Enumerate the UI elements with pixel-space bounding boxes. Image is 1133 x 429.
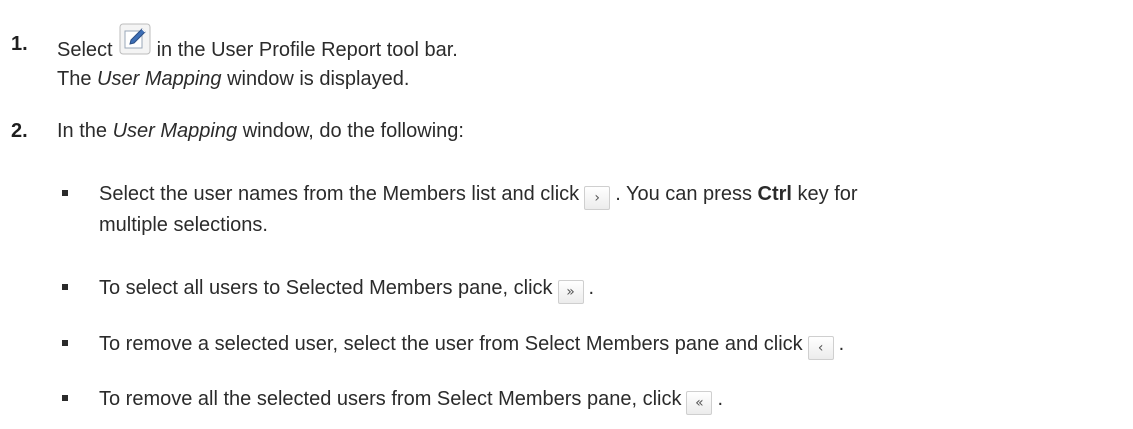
bullet-text-pre: To remove a selected user, select the us… xyxy=(99,333,803,355)
bullet-text-pre: Select the user names from the Members l… xyxy=(99,183,580,205)
move-left-icon: ‹ xyxy=(807,336,834,360)
step-number: 1. xyxy=(11,33,28,55)
bullet-marker xyxy=(62,340,68,346)
window-name: User Mapping xyxy=(112,120,238,142)
step-2-line: In the User Mapping window, do the follo… xyxy=(57,118,464,145)
bullet-text: Select the user names from the Members l… xyxy=(99,181,858,210)
move-all-left-icon: « xyxy=(686,391,713,415)
bullet-marker xyxy=(62,190,68,196)
window-name: User Mapping xyxy=(97,68,222,90)
bullet-text: To remove all the selected users from Se… xyxy=(99,386,723,415)
step-text: window is displayed. xyxy=(227,68,410,90)
step-text: The xyxy=(57,68,92,90)
bullet-text-pre: To select all users to Selected Members … xyxy=(99,277,553,299)
step-text: Select xyxy=(57,39,113,61)
step-text: window, do the following: xyxy=(242,120,464,142)
step-number: 2. xyxy=(11,120,28,142)
bullet-text: To select all users to Selected Members … xyxy=(99,275,594,304)
bullet-text-post: key for xyxy=(797,183,858,205)
step-1-line-2: The User Mapping window is displayed. xyxy=(57,66,409,93)
move-all-right-icon: » xyxy=(557,280,584,304)
key-name: Ctrl xyxy=(757,183,792,205)
bullet-text-post: . xyxy=(717,388,724,410)
bullet-text-post: . You can press xyxy=(615,183,752,205)
move-right-icon: › xyxy=(584,186,611,210)
edit-icon xyxy=(119,23,151,59)
step-text: in the User Profile Report tool bar. xyxy=(156,39,458,61)
step-text: In the xyxy=(57,120,108,142)
bullet-text-continuation: multiple selections. xyxy=(99,214,268,236)
bullet-text-post: . xyxy=(838,333,845,355)
bullet-text: To remove a selected user, select the us… xyxy=(99,331,844,360)
bullet-marker xyxy=(62,284,68,290)
bullet-marker xyxy=(62,395,68,401)
bullet-text-pre: To remove all the selected users from Se… xyxy=(99,388,682,410)
bullet-text-post: . xyxy=(588,277,595,299)
step-1-line-1: Select in the User Profile Report tool b… xyxy=(57,23,458,64)
